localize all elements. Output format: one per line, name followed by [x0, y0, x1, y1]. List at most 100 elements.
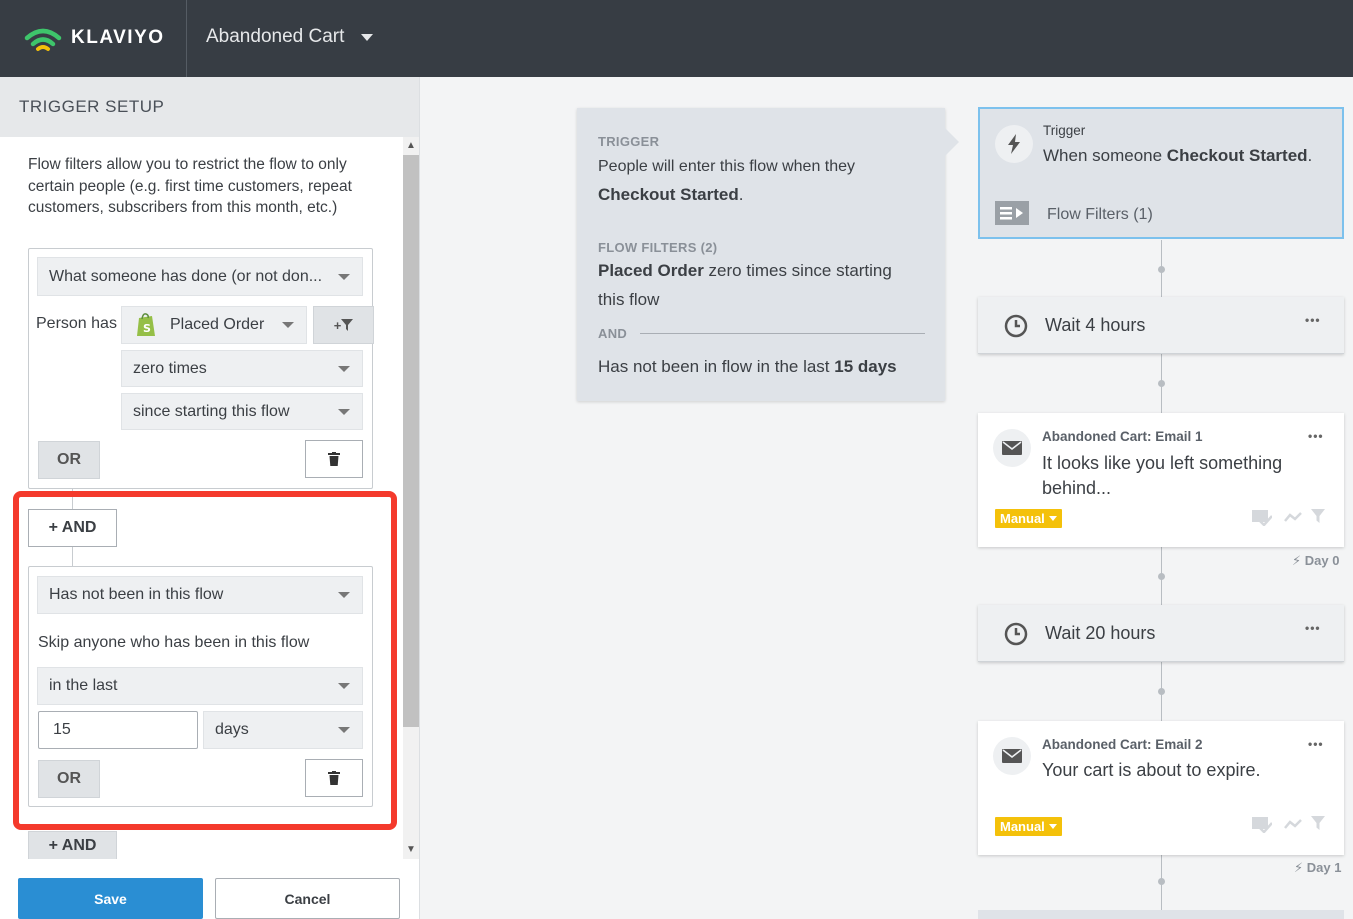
email-label-1: Abandoned Cart: Email 1: [1042, 429, 1203, 444]
funnel-icon[interactable]: [1311, 509, 1325, 523]
more-options-icon[interactable]: •••: [1305, 313, 1321, 327]
flow-name: Abandoned Cart: [206, 26, 345, 47]
more-options-icon[interactable]: •••: [1308, 737, 1324, 751]
manual-badge-2[interactable]: Manual: [995, 817, 1062, 836]
trash-icon: [328, 452, 340, 466]
lightning-icon: ⚡: [1294, 860, 1304, 875]
email-node-1[interactable]: Abandoned Cart: Email 1 ••• It looks lik…: [978, 413, 1344, 547]
save-button[interactable]: Save: [18, 878, 203, 919]
flow-selector[interactable]: Abandoned Cart: [206, 26, 374, 48]
trash-icon: [328, 771, 340, 785]
summary-filter1-line1: Placed Order zero times since starting: [598, 261, 892, 280]
delete-filter-button-1[interactable]: [305, 440, 363, 478]
next-node-partial[interactable]: [978, 910, 1344, 919]
panel-header: TRIGGER SETUP: [0, 77, 419, 137]
flow-filters-link[interactable]: Flow Filters (1): [1047, 206, 1153, 224]
panel-title: TRIGGER SETUP: [19, 97, 165, 116]
delete-filter-button-2[interactable]: [305, 759, 363, 797]
timeline-dot: [1158, 266, 1165, 273]
more-options-icon[interactable]: •••: [1305, 621, 1321, 635]
filter2-timeframe-select[interactable]: in the last: [37, 667, 363, 705]
trigger-icon-circle: [995, 125, 1033, 163]
timeframe-select[interactable]: since starting this flow: [121, 393, 363, 430]
day-label-2: ⚡ Day 1: [1294, 860, 1342, 875]
frequency-value: zero times: [133, 359, 207, 377]
email-subject-1: It looks like you left something behind.…: [1042, 453, 1283, 498]
timeline-dot: [1158, 380, 1165, 387]
brand-name: KLAVIYO: [71, 27, 165, 48]
email-check-icon[interactable]: [1252, 510, 1272, 526]
chevron-down-icon: [1048, 824, 1057, 829]
chevron-down-icon: [282, 322, 294, 328]
scroll-up-icon[interactable]: ▲: [405, 140, 417, 152]
filter2-type-select[interactable]: Has not been in this flow: [37, 576, 363, 614]
filter1-type-select[interactable]: What someone has done (or not don...: [37, 257, 363, 296]
event-select[interactable]: S Placed Order: [121, 306, 307, 344]
unit-select[interactable]: days: [203, 711, 363, 749]
summary-filters-heading: FLOW FILTERS (2): [598, 240, 718, 255]
chevron-down-icon: [338, 727, 350, 733]
summary-trigger-text: People will enter this flow when they: [598, 158, 856, 175]
scrollbar-thumb[interactable]: [403, 155, 419, 727]
topbar-divider: [186, 0, 187, 77]
timeline-dot: [1158, 573, 1165, 580]
chevron-down-icon: [1048, 516, 1057, 521]
cancel-button[interactable]: Cancel: [215, 878, 400, 919]
intro-text: Flow filters allow you to restrict the f…: [28, 156, 352, 216]
manual-badge-1[interactable]: Manual: [995, 509, 1062, 528]
clock-icon: [1004, 622, 1028, 646]
chevron-down-icon: [361, 33, 374, 41]
wait-node-2[interactable]: Wait 20 hours •••: [978, 605, 1344, 662]
flow-filters-icon: [995, 201, 1029, 225]
timeline-dot: [1158, 878, 1165, 885]
email-icon-circle: [993, 429, 1031, 467]
wait-label-1: Wait 4 hours: [1045, 315, 1146, 335]
day-label-1: ⚡ Day 0: [1292, 553, 1340, 568]
chevron-down-icon: [338, 592, 350, 598]
more-options-icon[interactable]: •••: [1308, 429, 1324, 443]
funnel-icon[interactable]: [1311, 816, 1325, 830]
wait-node-1[interactable]: Wait 4 hours •••: [978, 297, 1344, 354]
and-button-bottom[interactable]: + AND: [28, 831, 117, 861]
days-number-input[interactable]: 15: [38, 711, 198, 749]
email-label-2: Abandoned Cart: Email 2: [1042, 737, 1203, 752]
lightning-icon: [1008, 134, 1020, 154]
funnel-icon: [341, 319, 354, 331]
summary-filter2: Has not been in flow in the last 15 days: [598, 357, 897, 376]
envelope-icon: [1002, 441, 1022, 455]
lightning-icon: ⚡: [1292, 553, 1302, 568]
summary-trigger-heading: TRIGGER: [598, 134, 660, 149]
split-icon[interactable]: [1284, 817, 1302, 831]
email-node-2[interactable]: Abandoned Cart: Email 2 ••• Your cart is…: [978, 721, 1344, 855]
trigger-label: Trigger: [1043, 123, 1086, 138]
and-button[interactable]: + AND: [28, 509, 117, 547]
skip-description: Skip anyone who has been in this flow: [38, 634, 310, 651]
frequency-select[interactable]: zero times: [121, 350, 363, 387]
top-bar: KLAVIYO Abandoned Cart: [0, 0, 1353, 77]
trigger-node[interactable]: Trigger When someone Checkout Started. F…: [978, 107, 1344, 239]
email-check-icon[interactable]: [1252, 817, 1272, 833]
clock-icon: [1004, 314, 1028, 338]
event-value: Placed Order: [170, 316, 265, 333]
chevron-down-icon: [338, 683, 350, 689]
or-button-1[interactable]: OR: [38, 441, 100, 479]
envelope-icon: [1002, 749, 1022, 763]
filter2-type-value: Has not been in this flow: [49, 586, 224, 603]
email-icon-circle: [993, 737, 1031, 775]
summary-pointer: [945, 128, 959, 156]
add-property-filter-button[interactable]: +: [313, 306, 374, 344]
split-icon[interactable]: [1284, 510, 1302, 524]
klaviyo-logo[interactable]: KLAVIYO: [23, 22, 165, 54]
summary-divider: [640, 333, 925, 334]
person-has-label: Person has: [36, 315, 117, 332]
wait-label-2: Wait 20 hours: [1045, 623, 1156, 643]
chevron-down-icon: [338, 408, 350, 415]
timeline-dot: [1158, 688, 1165, 695]
trigger-description: When someone Checkout Started.: [1043, 146, 1313, 165]
unit-value: days: [215, 721, 249, 738]
scroll-down-icon[interactable]: ▼: [405, 844, 417, 856]
chevron-down-icon: [338, 365, 350, 372]
shopify-icon: S: [137, 313, 155, 336]
or-button-2[interactable]: OR: [38, 760, 100, 798]
filter2-timeframe-value: in the last: [49, 677, 118, 694]
